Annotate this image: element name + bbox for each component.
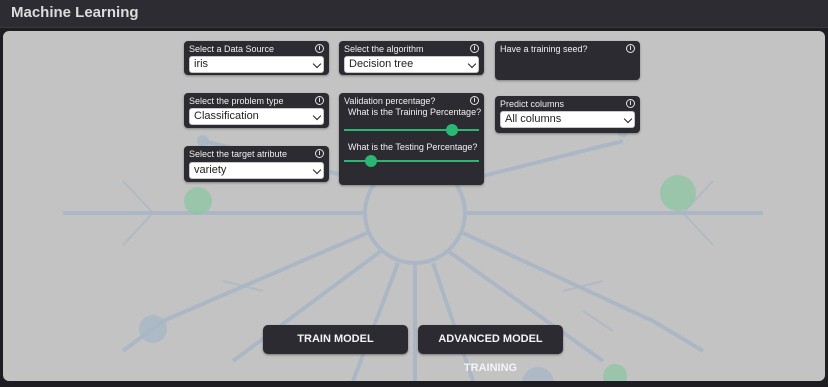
predict-columns-card: Predict columns i All columns	[495, 96, 640, 133]
info-icon[interactable]: i	[315, 44, 324, 53]
training-seed-label: Have a training seed?	[500, 44, 588, 54]
testing-percentage-slider[interactable]	[344, 155, 479, 167]
chevron-down-icon	[623, 114, 633, 124]
problem-type-select[interactable]: Classification	[189, 108, 324, 125]
validation-card: Validation percentage? i What is the Tra…	[339, 93, 484, 185]
validation-label: Validation percentage?	[344, 96, 436, 106]
algorithm-card: Select the algorithm i Decision tree	[339, 41, 484, 75]
algorithm-value: Decision tree	[349, 58, 414, 70]
train-model-button[interactable]: TRAIN MODEL	[263, 325, 408, 354]
problem-type-value: Classification	[194, 110, 259, 122]
target-attribute-value: variety	[194, 164, 227, 176]
algorithm-select[interactable]: Decision tree	[344, 56, 479, 73]
slider-thumb[interactable]	[365, 155, 377, 167]
info-icon[interactable]: i	[315, 149, 324, 158]
slider-thumb[interactable]	[446, 124, 458, 136]
chevron-down-icon	[312, 165, 322, 175]
info-icon[interactable]: i	[626, 99, 635, 108]
data-source-label: Select a Data Source	[189, 44, 275, 54]
bottom-bar	[0, 382, 828, 387]
predict-columns-select[interactable]: All columns	[500, 111, 635, 128]
algorithm-label: Select the algorithm	[344, 44, 424, 54]
target-attribute-card: Select the target atribute i variety	[184, 146, 329, 182]
chevron-down-icon	[312, 59, 322, 69]
info-icon[interactable]: i	[470, 44, 479, 53]
top-bar: Machine Learning	[0, 0, 828, 28]
testing-percentage-label: What is the Testing Percentage?	[348, 142, 478, 152]
slider-track	[344, 129, 479, 131]
data-source-value: iris	[194, 58, 209, 70]
training-percentage-label: What is the Training Percentage?	[348, 107, 482, 117]
chevron-down-icon	[312, 111, 322, 121]
predict-columns-label: Predict columns	[500, 99, 565, 109]
chevron-down-icon	[467, 59, 477, 69]
predict-columns-value: All columns	[505, 113, 562, 125]
app-title: Machine Learning	[11, 4, 139, 21]
target-attribute-select[interactable]: variety	[189, 162, 324, 179]
problem-type-label: Select the problem type	[189, 96, 284, 106]
info-icon[interactable]: i	[626, 44, 635, 53]
neural-network-background	[63, 125, 763, 381]
data-source-card: Select a Data Source i iris	[184, 41, 329, 75]
target-attribute-label: Select the target atribute	[189, 149, 288, 159]
info-icon[interactable]: i	[315, 96, 324, 105]
info-icon[interactable]: i	[470, 96, 479, 105]
workspace: Select a Data Source i iris Select the a…	[3, 31, 825, 381]
advanced-model-training-button[interactable]: ADVANCED MODEL TRAINING	[418, 325, 563, 374]
data-source-select[interactable]: iris	[189, 56, 324, 73]
problem-type-card: Select the problem type i Classification	[184, 93, 329, 128]
training-percentage-slider[interactable]	[344, 124, 479, 136]
training-seed-card[interactable]: Have a training seed? i	[495, 41, 640, 80]
